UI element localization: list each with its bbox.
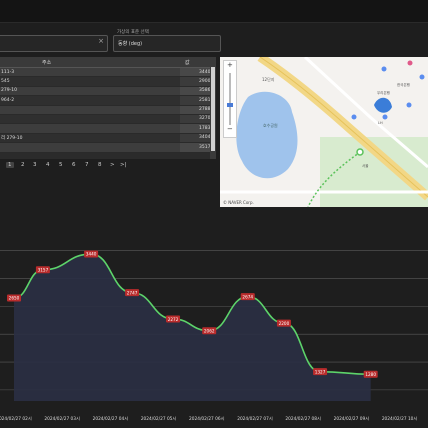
poi-icon[interactable]: [381, 66, 387, 72]
address-table: 주소 값 111-3 3440 545 2900 279-10 3586 964-2 2…: [0, 57, 216, 159]
line-chart: 2650 3157 3440 2747 2272 2062 2674 2200 1327 1280…: [0, 250, 428, 422]
poi-icon[interactable]: [407, 60, 413, 66]
data-label: 3157: [38, 267, 49, 272]
standard-select-value: 동향 (deg): [118, 41, 143, 47]
map-label-place: 12단지: [262, 76, 275, 82]
data-label: 1280: [365, 372, 376, 377]
cell-value: 1783: [199, 125, 211, 131]
location-marker[interactable]: [356, 148, 364, 156]
poi-icon[interactable]: [419, 74, 425, 80]
cell-value: 2788: [199, 107, 211, 113]
cell-value: 2900: [199, 78, 211, 84]
zoom-slider-thumb[interactable]: [227, 103, 233, 107]
clear-icon[interactable]: ×: [98, 37, 104, 45]
top-bar: [0, 0, 428, 23]
column-header-address[interactable]: 주소: [42, 59, 51, 66]
data-label: 3440: [86, 252, 97, 257]
page-4[interactable]: 4: [46, 162, 50, 168]
cell-address: 리 279-10: [1, 136, 23, 142]
last-page-button[interactable]: >|: [120, 162, 126, 168]
table-row[interactable]: 964-2 2581: [0, 96, 216, 106]
data-label: 2747: [127, 290, 138, 295]
table-row[interactable]: 279-10 3586: [0, 86, 216, 97]
table-row[interactable]: 545 2900: [0, 77, 216, 87]
data-label: 2674: [242, 294, 253, 299]
map-view[interactable]: 12단지 호수공원 우리은행 한국은행 LH 서울: [220, 57, 428, 207]
page-6[interactable]: 6: [72, 162, 76, 168]
x-tick-label: 2024/02/27 06시: [189, 416, 225, 422]
page-5[interactable]: 5: [59, 162, 63, 168]
cell-address: 111-3: [1, 69, 15, 75]
x-tick-label: 2024/02/27 05시: [141, 416, 177, 422]
cell-value: 3440: [199, 69, 211, 75]
series-area: [14, 254, 371, 401]
map-zoom-control[interactable]: + −: [223, 60, 237, 138]
cell-address: 545: [1, 78, 10, 84]
cell-value: 3404: [199, 135, 211, 141]
table-row[interactable]: 111-3 3440: [0, 68, 216, 78]
data-label: 1327: [315, 369, 326, 374]
map-canvas: 12단지 호수공원 우리은행 한국은행 LH 서울: [220, 57, 428, 207]
map-credit: © NAVER Corp.: [223, 200, 254, 205]
map-label-place: 우리은행: [377, 90, 390, 95]
x-tick-label: 2024/02/27 08시: [285, 416, 321, 422]
next-page-button[interactable]: >: [110, 162, 115, 168]
page-2[interactable]: 2: [21, 162, 25, 168]
table-row[interactable]: 3517: [0, 143, 216, 153]
search-input[interactable]: ×: [0, 35, 108, 52]
cell-value: 3270: [199, 116, 211, 122]
cell-value: 3517: [199, 144, 211, 150]
map-label-place: 한국은행: [397, 82, 410, 87]
page-3[interactable]: 3: [33, 162, 37, 168]
table-row[interactable]: 1783: [0, 124, 216, 134]
poi-icon[interactable]: [351, 114, 357, 120]
lake-shape: [236, 91, 298, 179]
x-tick-label: 2024/02/27 02시: [0, 416, 32, 422]
x-tick-label: 2024/02/27 03시: [44, 416, 80, 422]
table-row[interactable]: 리 279-10 3404: [0, 133, 216, 144]
page-7[interactable]: 7: [85, 162, 89, 168]
table-row[interactable]: 2788: [0, 105, 216, 115]
table-scrollbar[interactable]: [210, 57, 216, 159]
table-row[interactable]: 3270: [0, 114, 216, 125]
poi-icon[interactable]: [382, 114, 388, 120]
x-tick-label: 2024/02/27 09시: [334, 416, 370, 422]
column-header-value[interactable]: 값: [185, 59, 190, 66]
poi-icon[interactable]: [406, 102, 412, 108]
zoom-in-button[interactable]: +: [227, 61, 233, 69]
x-tick-label: 2024/02/27 07시: [237, 416, 273, 422]
cell-value: 2581: [199, 97, 211, 103]
data-label: 2650: [9, 296, 20, 301]
map-label-place: LH: [378, 121, 383, 125]
zoom-slider-track[interactable]: [229, 73, 231, 125]
map-label-place: 서울: [362, 163, 369, 168]
page-8[interactable]: 8: [98, 162, 102, 168]
table-header: 주소 값: [0, 57, 216, 68]
cell-value: 3586: [199, 88, 211, 94]
cell-address: 964-2: [1, 97, 15, 103]
standard-select[interactable]: 동향 (deg): [113, 35, 221, 52]
page-1[interactable]: 1: [6, 162, 14, 168]
cell-address: 279-10: [1, 88, 17, 94]
data-label: 2272: [168, 317, 179, 322]
x-tick-label: 2024/02/27 04시: [93, 416, 129, 422]
data-label: 2062: [204, 328, 215, 333]
data-label: 2200: [279, 321, 290, 326]
table-scrollbar-thumb[interactable]: [211, 67, 215, 151]
zoom-out-button[interactable]: −: [227, 125, 233, 133]
x-tick-label: 2024/02/27 10시: [382, 416, 418, 422]
map-label-park: 호수공원: [263, 122, 278, 128]
